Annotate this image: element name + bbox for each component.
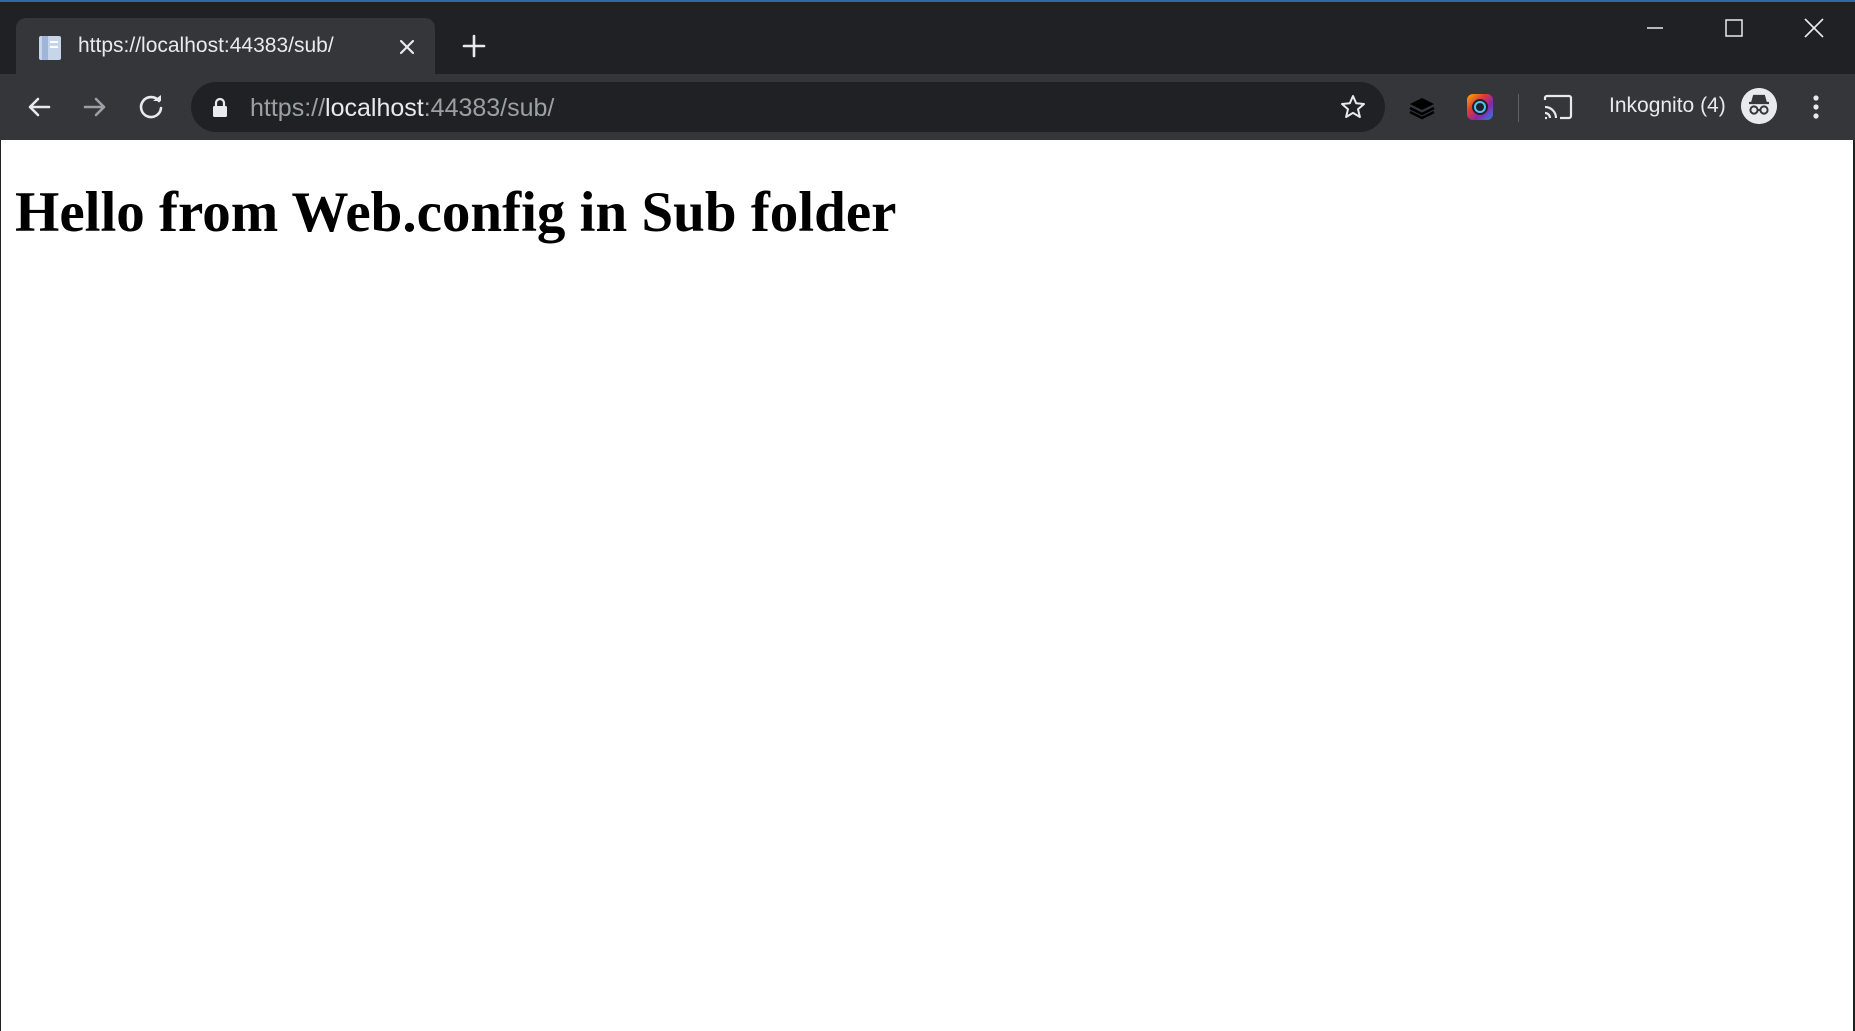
browser-window: https://localhost:44383/sub/ https://loc… bbox=[0, 0, 1855, 1031]
forward-arrow-icon[interactable] bbox=[78, 90, 112, 124]
incognito-label[interactable]: Inkognito (4) bbox=[1609, 94, 1726, 118]
browser-toolbar: https://localhost:44383/sub/ Inkognito (… bbox=[0, 74, 1855, 140]
bookmark-star-icon[interactable] bbox=[1339, 93, 1367, 121]
browser-tab[interactable]: https://localhost:44383/sub/ bbox=[16, 18, 435, 76]
toolbar-divider bbox=[1518, 94, 1519, 122]
url-host: localhost bbox=[325, 94, 424, 122]
layers-extension-icon[interactable] bbox=[1407, 92, 1437, 122]
url-text[interactable]: https://localhost:44383/sub/ bbox=[250, 94, 554, 123]
tab-strip: https://localhost:44383/sub/ bbox=[0, 0, 1855, 76]
color-picker-extension-icon[interactable] bbox=[1465, 92, 1495, 122]
maximize-window-icon[interactable] bbox=[1714, 10, 1754, 46]
page-favicon-icon bbox=[39, 36, 61, 60]
close-tab-icon[interactable] bbox=[394, 34, 420, 60]
address-bar[interactable]: https://localhost:44383/sub/ bbox=[191, 82, 1385, 132]
reload-icon[interactable] bbox=[134, 90, 168, 124]
new-tab-icon[interactable] bbox=[458, 30, 490, 62]
url-scheme: https:// bbox=[250, 94, 326, 122]
back-arrow-icon[interactable] bbox=[22, 90, 56, 124]
more-options-icon[interactable] bbox=[1804, 90, 1828, 124]
lock-icon[interactable] bbox=[211, 97, 229, 117]
url-path: :44383/sub/ bbox=[423, 94, 555, 122]
tab-title: https://localhost:44383/sub/ bbox=[78, 34, 334, 57]
page-heading: Hello from Web.config in Sub folder bbox=[15, 181, 897, 244]
page-content: Hello from Web.config in Sub folder bbox=[1, 140, 1853, 1031]
cast-icon[interactable] bbox=[1542, 92, 1574, 122]
minimize-window-icon[interactable] bbox=[1635, 10, 1675, 46]
incognito-icon[interactable] bbox=[1741, 88, 1777, 124]
close-window-icon[interactable] bbox=[1794, 10, 1834, 46]
